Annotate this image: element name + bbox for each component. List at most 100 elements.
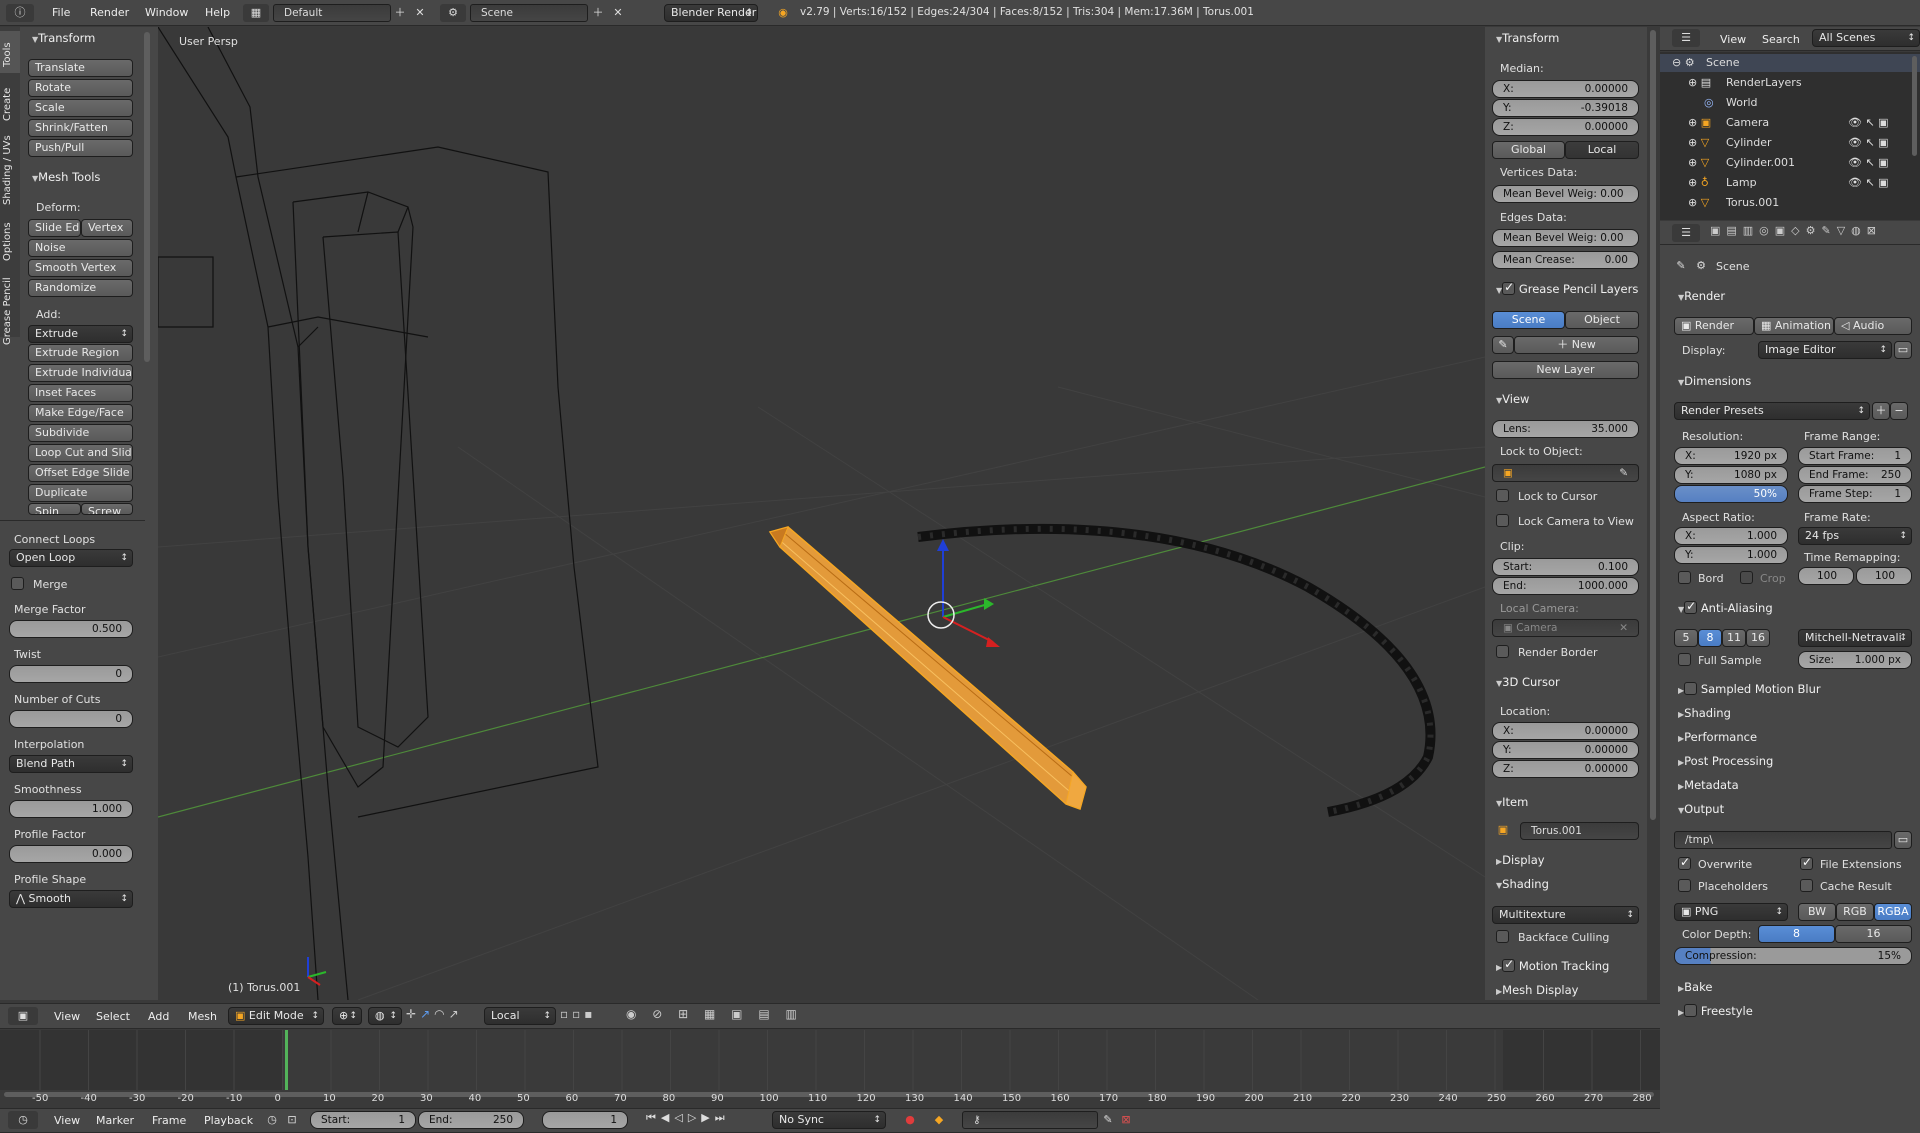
clip-start-field[interactable]: Start: 0.100 xyxy=(1492,558,1639,576)
outliner-item-torus-001[interactable]: ⊕ ▽ Torus.001 xyxy=(1660,194,1920,212)
tab-shading-uvs[interactable]: Shading / UVs xyxy=(0,129,20,209)
lock-camera-checkbox[interactable] xyxy=(1496,514,1509,527)
viewport-3d[interactable]: User Persp (1) Torus.001 xyxy=(158,27,1485,1000)
preview-range-icon[interactable]: ◷ xyxy=(264,1111,280,1129)
sync-select[interactable]: No Sync xyxy=(772,1111,886,1129)
placeholders-checkbox[interactable] xyxy=(1678,879,1691,892)
rgb-toggle[interactable]: RGB xyxy=(1836,903,1874,921)
outliner-item-lamp[interactable]: ⊕ ♁ Lamp 👁 ↖ ▣ xyxy=(1660,174,1920,192)
cache-result-checkbox[interactable] xyxy=(1800,879,1813,892)
outliner-item-renderlayers[interactable]: ⊕ ▤ RenderLayers xyxy=(1660,74,1920,92)
timeline-menu-playback[interactable]: Playback xyxy=(204,1114,253,1127)
current-frame-field[interactable]: 1 xyxy=(542,1111,628,1129)
local-toggle[interactable]: Local xyxy=(1565,141,1639,159)
rgba-toggle[interactable]: RGBA xyxy=(1874,903,1912,921)
slide-vertex-button[interactable]: Vertex xyxy=(81,219,133,237)
shading-select[interactable]: ◍ xyxy=(368,1007,402,1025)
outliner-item-cylinder-001[interactable]: ⊕ ▽ Cylinder.001 👁 ↖ ▣ xyxy=(1660,154,1920,172)
extrude-menu[interactable]: Extrude xyxy=(28,325,133,343)
extrude-region-button[interactable]: Extrude Region xyxy=(28,344,133,362)
rotate-button[interactable]: Rotate xyxy=(28,79,133,97)
layout-icon[interactable]: ▦ xyxy=(243,4,269,22)
keyframe-icon[interactable]: ◆ xyxy=(928,1111,950,1129)
item-name-field[interactable]: Torus.001 xyxy=(1520,822,1639,840)
overwrite-checkbox[interactable] xyxy=(1678,855,1691,870)
clip-end-field[interactable]: End: 1000.000 xyxy=(1492,577,1639,595)
add-scene-icon[interactable]: ＋ xyxy=(590,4,606,22)
shading-mode-select[interactable]: Multitexture xyxy=(1492,906,1639,924)
slide-edge-button[interactable]: Slide Ed xyxy=(28,219,81,237)
mean-bevel-vertex-field[interactable]: Mean Bevel Weig: 0.00 xyxy=(1492,185,1639,203)
mode-select[interactable]: ▣ Edit Mode xyxy=(228,1007,324,1025)
color-depth-16[interactable]: 16 xyxy=(1835,925,1912,943)
keying-set-field[interactable]: ⚷ xyxy=(962,1111,1098,1129)
screen-layout-field[interactable]: Default xyxy=(273,4,391,22)
compression-field[interactable]: Compression: 15% xyxy=(1674,947,1912,965)
motion-blur-header[interactable]: Sampled Motion Blur xyxy=(1678,682,1821,696)
local-camera-field[interactable]: ▣ Camera ✕ xyxy=(1492,619,1639,637)
remap-new-field[interactable]: 100 xyxy=(1856,567,1912,585)
transform-orientation-select[interactable]: Local xyxy=(484,1007,556,1025)
pivot-select[interactable]: ⊕ xyxy=(332,1007,362,1025)
backface-culling-checkbox[interactable] xyxy=(1496,930,1509,943)
view-panel-header[interactable]: View xyxy=(1496,392,1529,406)
add-preset-icon[interactable]: ＋ xyxy=(1872,402,1890,420)
inset-faces-button[interactable]: Inset Faces xyxy=(28,384,133,402)
viewport-menu-add[interactable]: Add xyxy=(148,1010,169,1023)
randomize-button[interactable]: Randomize xyxy=(28,279,133,297)
outliner-item-camera[interactable]: ⊕ ▣ Camera 👁 ↖ ▣ xyxy=(1660,114,1920,132)
timeline-editor-icon[interactable]: ◷ xyxy=(8,1111,38,1129)
bw-toggle[interactable]: BW xyxy=(1798,903,1836,921)
display-select[interactable]: Image Editor xyxy=(1758,341,1892,359)
connect-mode-select[interactable]: Open Loop xyxy=(9,549,133,567)
global-toggle[interactable]: Global xyxy=(1492,141,1565,159)
aa-samples-16[interactable]: 16 xyxy=(1746,629,1770,647)
loop-cut-slide-button[interactable]: Loop Cut and Slide xyxy=(28,444,133,462)
performance-header[interactable]: Performance xyxy=(1678,730,1757,744)
duplicate-button[interactable]: Duplicate xyxy=(28,484,133,502)
shrink-fatten-button[interactable]: Shrink/Fatten xyxy=(28,119,133,137)
lens-field[interactable]: Lens: 35.000 xyxy=(1492,420,1639,438)
post-processing-header[interactable]: Post Processing xyxy=(1678,754,1773,768)
timeline-end-field[interactable]: End: 250 xyxy=(418,1111,524,1129)
profile-shape-select[interactable]: ⋀ Smooth xyxy=(9,890,133,908)
aspect-y-field[interactable]: Y: 1.000 xyxy=(1674,546,1788,564)
scene-icon[interactable]: ⚙ xyxy=(440,4,466,22)
resolution-x-field[interactable]: X: 1920 px xyxy=(1674,447,1788,465)
border-checkbox[interactable] xyxy=(1678,571,1691,584)
noise-button[interactable]: Noise xyxy=(28,239,133,257)
freestyle-header[interactable]: Freestyle xyxy=(1678,1004,1753,1018)
outliner-menu-search[interactable]: Search xyxy=(1762,33,1800,46)
animation-button[interactable]: ▦ Animation xyxy=(1754,317,1834,335)
remove-scene-icon[interactable]: ✕ xyxy=(610,4,626,22)
cursor-y-field[interactable]: Y: 0.00000 xyxy=(1492,741,1639,759)
tab-grease-pencil[interactable]: Grease Pencil xyxy=(0,269,20,349)
display-header[interactable]: Display xyxy=(1496,853,1544,867)
anti-aliasing-header[interactable]: Anti-Aliasing xyxy=(1678,599,1773,615)
menu-render[interactable]: Render xyxy=(90,6,129,19)
remove-layout-icon[interactable]: ✕ xyxy=(412,4,428,22)
transform-panel-header[interactable]: Transform xyxy=(32,31,95,45)
timeline-start-field[interactable]: Start: 1 xyxy=(310,1111,416,1129)
median-y-field[interactable]: Y: -0.39018 xyxy=(1492,99,1639,117)
file-format-select[interactable]: ▣ PNG xyxy=(1674,903,1788,921)
dimensions-header[interactable]: Dimensions xyxy=(1678,374,1751,388)
menu-file[interactable]: File xyxy=(52,6,70,19)
n-transform-header[interactable]: Transform xyxy=(1496,31,1559,45)
metadata-header[interactable]: Metadata xyxy=(1678,778,1738,792)
twist-field[interactable]: 0 xyxy=(9,665,133,683)
end-frame-field[interactable]: End Frame: 250 xyxy=(1798,466,1912,484)
current-frame-indicator[interactable] xyxy=(285,1030,288,1090)
cursor-x-field[interactable]: X: 0.00000 xyxy=(1492,722,1639,740)
output-path-field[interactable]: /tmp\ xyxy=(1674,831,1892,849)
select-mode-icons[interactable]: ▫▫▪ xyxy=(560,1007,616,1025)
scene-field[interactable]: Scene xyxy=(470,4,588,22)
outliner-editor-icon[interactable]: ☰ xyxy=(1672,29,1700,47)
aa-filter-select[interactable]: Mitchell-Netravali xyxy=(1798,629,1912,647)
outliner-filter-select[interactable]: All Scenes xyxy=(1812,29,1920,47)
aa-samples-11[interactable]: 11 xyxy=(1722,629,1746,647)
screw-button[interactable]: Screw xyxy=(81,503,133,515)
manipulator-icons[interactable]: ✛↗◠↗ xyxy=(406,1007,474,1025)
median-x-field[interactable]: X: 0.00000 xyxy=(1492,80,1639,98)
motion-tracking-checkbox[interactable] xyxy=(1502,957,1516,972)
